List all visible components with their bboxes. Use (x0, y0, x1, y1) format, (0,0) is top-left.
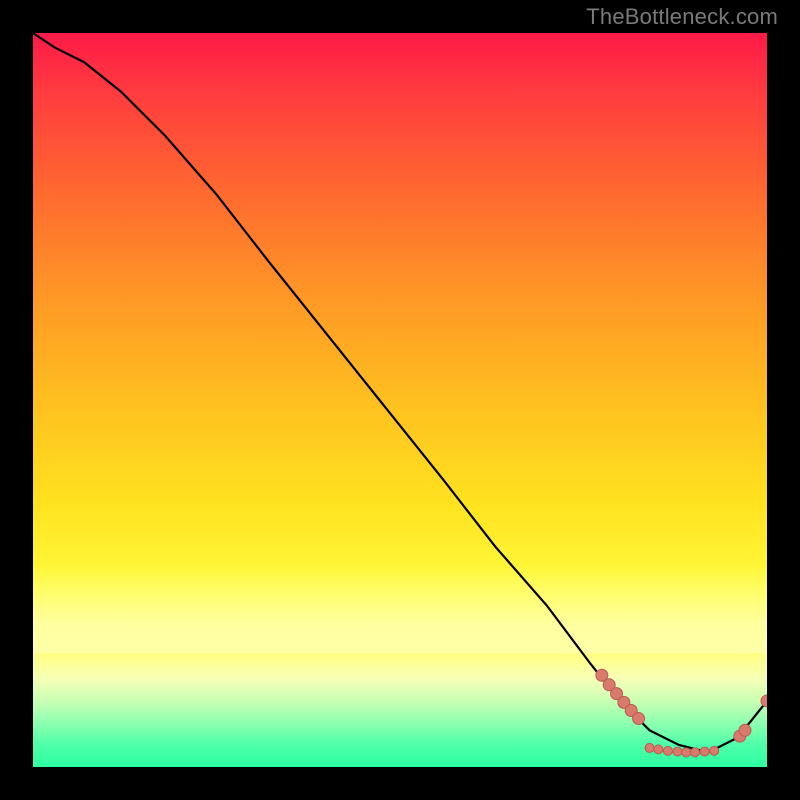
chart-stage: TheBottleneck.com (0, 0, 800, 800)
background-gradient (33, 33, 767, 767)
watermark-text: TheBottleneck.com (586, 4, 778, 30)
gradient-yellow-band (33, 565, 767, 653)
plot-area (33, 33, 767, 767)
gradient-base (33, 33, 767, 767)
